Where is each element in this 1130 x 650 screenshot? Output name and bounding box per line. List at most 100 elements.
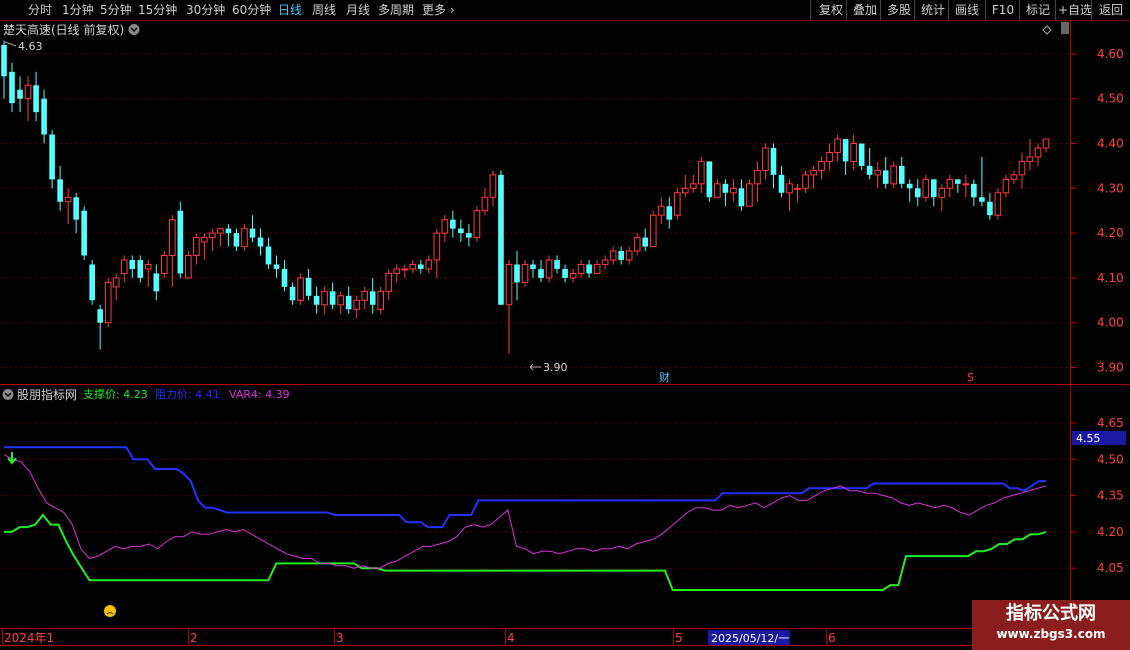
candle-body — [593, 263, 601, 274]
candle-body — [538, 268, 544, 278]
candle-body — [473, 210, 481, 239]
low-price-label: 3.90 — [543, 361, 568, 374]
candle-body — [49, 134, 55, 180]
candle-body — [649, 214, 657, 248]
candle-body — [1018, 160, 1026, 176]
indicator-name: 股朋指标网 — [17, 387, 77, 402]
candle-body — [265, 246, 272, 265]
candle-body — [770, 147, 777, 175]
candle-body — [466, 233, 472, 238]
candle-body — [1010, 174, 1018, 180]
var4-line — [3, 454, 1047, 569]
candle-body — [289, 286, 296, 301]
title-dropdown-icon — [128, 24, 140, 35]
candle-body — [618, 251, 624, 260]
price-tick-label: 4.10 — [1097, 271, 1124, 285]
candle-body — [738, 188, 745, 207]
candle-body — [153, 273, 160, 292]
candle-body — [9, 71, 15, 104]
time-axis-label: 4 — [507, 631, 515, 645]
candle-body — [682, 187, 689, 194]
candle-body — [161, 255, 168, 274]
candle-body — [1034, 147, 1042, 158]
candle-body — [57, 179, 63, 202]
indicator-legend-item: 支撑价: 4.23 — [83, 387, 148, 401]
candle-body — [17, 89, 23, 99]
candle-body — [169, 219, 176, 257]
indicator-legend-item: 阻力价: 4.41 — [155, 388, 220, 401]
candle-body — [609, 250, 617, 261]
candle-body — [297, 277, 304, 301]
candle-body — [922, 178, 930, 198]
candle-body — [441, 219, 449, 234]
candle-body — [345, 295, 352, 310]
candle-body — [273, 264, 280, 269]
candle-body — [89, 264, 95, 301]
candle-body — [185, 255, 192, 279]
candle-body — [337, 295, 344, 306]
candle-body — [24, 84, 32, 100]
candle-body — [81, 210, 87, 256]
candle-body — [209, 232, 216, 239]
price-tick-label: 4.40 — [1097, 137, 1124, 151]
candle-body — [321, 290, 328, 306]
time-axis-label: 2 — [190, 631, 198, 645]
candle-body — [33, 85, 39, 113]
sad-face-icon — [104, 605, 116, 617]
candle-body — [193, 237, 200, 257]
indicator-legend-item: VAR4: 4.39 — [229, 388, 290, 401]
candle-body — [586, 264, 592, 274]
candle-body — [802, 174, 809, 189]
candle-body — [730, 187, 737, 194]
indicator-tick-label: 4.65 — [1097, 416, 1124, 430]
candle-body — [746, 183, 753, 207]
indicator-tick-label: 4.50 — [1097, 452, 1124, 466]
price-tick-label: 3.90 — [1097, 361, 1124, 375]
support-line — [4, 513, 1047, 591]
time-axis-label: 5 — [675, 631, 683, 645]
candle-body — [530, 264, 536, 269]
time-axis-label: 3 — [336, 631, 344, 645]
candle-body — [64, 196, 72, 203]
candle-body — [842, 139, 849, 162]
candle-body — [417, 264, 424, 269]
candle-body — [393, 268, 401, 274]
stock-chart: 4.60 4.50 4.40 4.30 4.20 4.10 4.00 3.90 4.65 4.50… — [0, 20, 1130, 646]
candle-body — [257, 237, 264, 247]
candle-body — [177, 210, 184, 274]
current-value-label: 4.55 — [1076, 432, 1101, 445]
candle-body — [979, 197, 985, 202]
candle-body — [233, 233, 240, 247]
candle-body — [722, 183, 729, 193]
candle-body — [554, 259, 560, 269]
price-tick-label: 4.50 — [1097, 92, 1124, 106]
candle-body — [994, 192, 1002, 216]
candle-body — [313, 295, 320, 305]
candle-body — [657, 205, 665, 216]
candle-body — [673, 192, 681, 216]
candle-body — [129, 259, 136, 269]
candle-body — [458, 228, 464, 234]
candle-body — [955, 179, 961, 184]
candle-body — [834, 138, 841, 153]
candle-body — [104, 281, 112, 324]
candle-body — [97, 309, 103, 323]
candle-body — [425, 259, 433, 270]
indicator-tick-label: 4.35 — [1097, 489, 1124, 503]
candle-body — [633, 237, 641, 252]
candle-body — [521, 263, 529, 283]
candle-body — [906, 183, 913, 189]
candle-body — [666, 206, 673, 220]
candle-body — [1, 44, 7, 77]
stock-title: 楚天高速(日线 前复权) — [3, 22, 124, 37]
candle-body — [898, 165, 905, 184]
candle-body — [778, 174, 785, 193]
candle-body — [305, 277, 312, 296]
candle-body — [377, 290, 385, 310]
candle-body — [433, 232, 441, 261]
candle-body — [225, 228, 232, 234]
candle-body — [858, 143, 865, 166]
candle-body — [353, 299, 360, 310]
candle-body — [1002, 178, 1010, 194]
candle-body — [850, 143, 857, 162]
